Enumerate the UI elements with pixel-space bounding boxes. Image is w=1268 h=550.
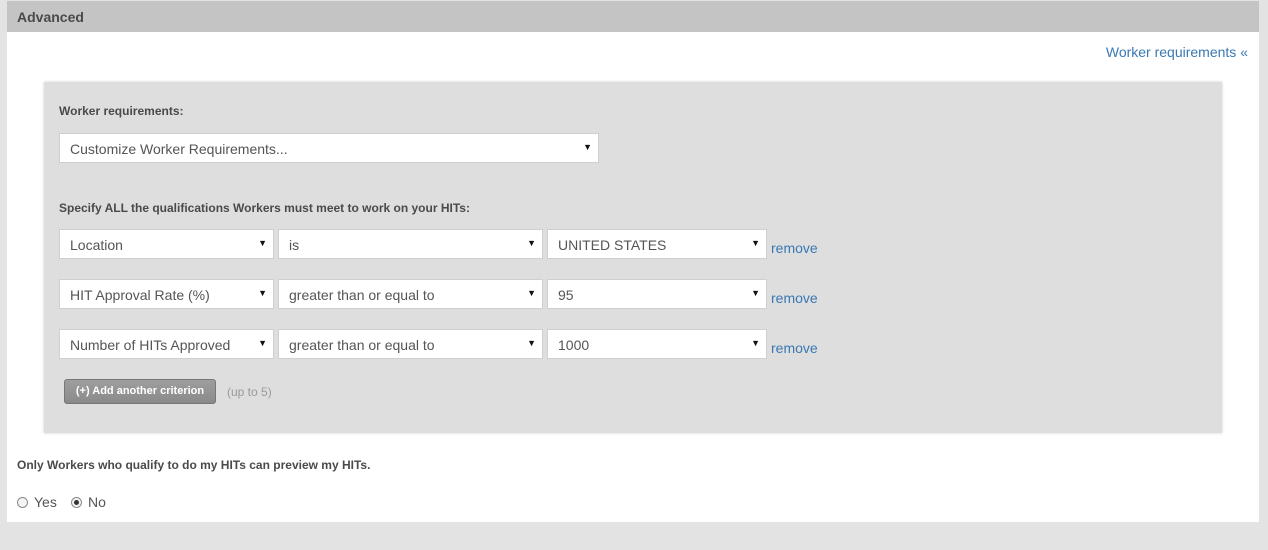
advanced-panel: Advanced Worker requirements « Worker re… bbox=[7, 1, 1259, 522]
chevron-down-icon: ▼ bbox=[751, 288, 760, 298]
worker-requirements-toggle-link[interactable]: Worker requirements « bbox=[1106, 44, 1248, 60]
page-footer-bar bbox=[0, 522, 1268, 550]
select-value: UNITED STATES bbox=[558, 237, 667, 253]
radio-label: Yes bbox=[34, 494, 57, 510]
chevron-down-icon: ▼ bbox=[583, 142, 592, 152]
value-select[interactable]: 95 ▼ bbox=[547, 279, 767, 309]
qualification-select[interactable]: Number of HITs Approved ▼ bbox=[59, 329, 274, 359]
value-select[interactable]: UNITED STATES ▼ bbox=[547, 229, 767, 259]
select-value: greater than or equal to bbox=[289, 287, 435, 303]
remove-link[interactable]: remove bbox=[771, 290, 818, 306]
criteria-limit-hint: (up to 5) bbox=[227, 385, 272, 399]
chevron-down-icon: ▼ bbox=[258, 238, 267, 248]
add-criterion-button[interactable]: (+) Add another criterion bbox=[64, 379, 216, 404]
chevron-down-icon: ▼ bbox=[751, 238, 760, 248]
panel-header[interactable]: Advanced bbox=[7, 1, 1259, 32]
select-value: greater than or equal to bbox=[289, 337, 435, 353]
select-value: 95 bbox=[558, 287, 574, 303]
panel-title: Advanced bbox=[17, 9, 84, 25]
select-value: Customize Worker Requirements... bbox=[70, 141, 288, 157]
preview-restriction-question: Only Workers who qualify to do my HITs c… bbox=[17, 458, 371, 472]
select-value: Location bbox=[70, 237, 123, 253]
radio-icon[interactable] bbox=[17, 497, 28, 508]
radio-label: No bbox=[88, 494, 106, 510]
chevron-down-icon: ▼ bbox=[258, 288, 267, 298]
chevron-down-icon: ▼ bbox=[527, 338, 536, 348]
remove-link[interactable]: remove bbox=[771, 240, 818, 256]
qualification-select[interactable]: Location ▼ bbox=[59, 229, 274, 259]
chevron-down-icon: ▼ bbox=[527, 238, 536, 248]
value-select[interactable]: 1000 ▼ bbox=[547, 329, 767, 359]
select-value: Number of HITs Approved bbox=[70, 337, 231, 353]
qualification-select[interactable]: HIT Approval Rate (%) ▼ bbox=[59, 279, 274, 309]
worker-requirements-box: Worker requirements: Customize Worker Re… bbox=[44, 82, 1222, 433]
remove-link[interactable]: remove bbox=[771, 340, 818, 356]
comparator-select[interactable]: greater than or equal to ▼ bbox=[278, 329, 543, 359]
worker-requirements-select[interactable]: Customize Worker Requirements... ▼ bbox=[59, 133, 599, 163]
comparator-select[interactable]: is ▼ bbox=[278, 229, 543, 259]
radio-icon[interactable] bbox=[71, 497, 82, 508]
select-value: 1000 bbox=[558, 337, 590, 353]
chevron-down-icon: ▼ bbox=[258, 338, 267, 348]
qualifications-instruction: Specify ALL the qualifications Workers m… bbox=[59, 201, 470, 215]
worker-requirements-label: Worker requirements: bbox=[59, 104, 184, 118]
comparator-select[interactable]: greater than or equal to ▼ bbox=[278, 279, 543, 309]
chevron-down-icon: ▼ bbox=[527, 288, 536, 298]
chevron-down-icon: ▼ bbox=[751, 338, 760, 348]
select-value: is bbox=[289, 237, 300, 253]
select-value: HIT Approval Rate (%) bbox=[70, 287, 210, 303]
